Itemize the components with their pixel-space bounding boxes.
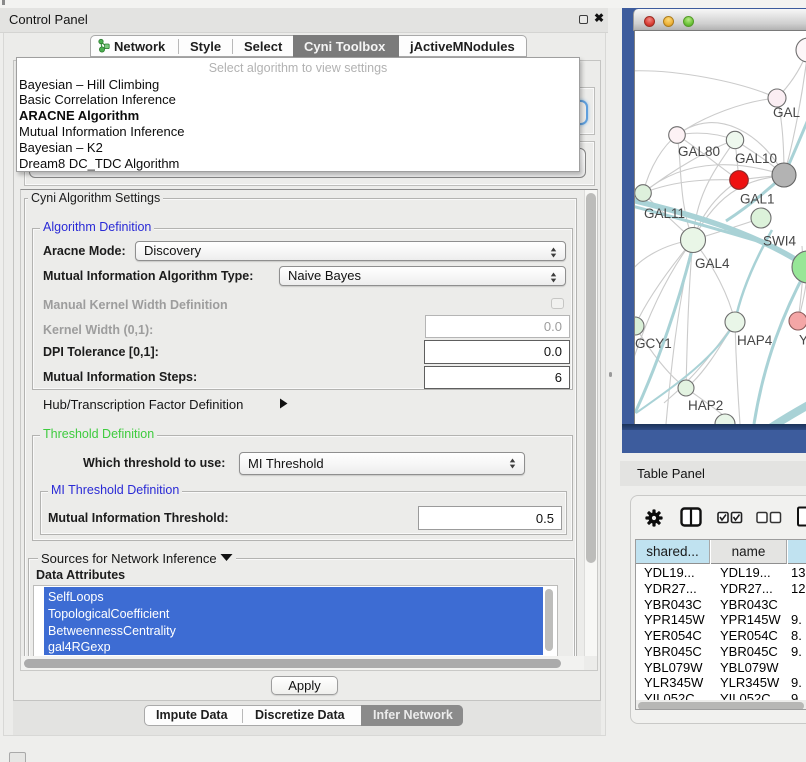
svg-text:GAL11: GAL11 <box>644 206 685 221</box>
svg-text:HAP2: HAP2 <box>688 398 723 413</box>
svg-text:GCY1: GCY1 <box>635 336 672 351</box>
svg-text:GAL1: GAL1 <box>740 192 775 207</box>
svg-text:HAP4: HAP4 <box>737 333 773 348</box>
svg-text:Y: Y <box>799 333 806 348</box>
svg-text:GAL: GAL <box>773 105 801 120</box>
svg-text:GAL4: GAL4 <box>695 256 730 271</box>
svg-text:SWI4: SWI4 <box>763 234 796 249</box>
svg-text:GAL80: GAL80 <box>678 144 720 159</box>
svg-text:GAL10: GAL10 <box>735 151 777 166</box>
